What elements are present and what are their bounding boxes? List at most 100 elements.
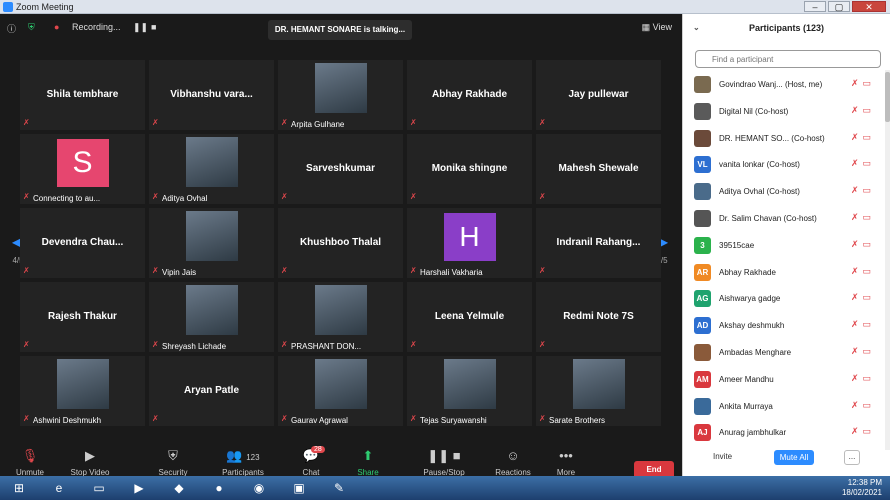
participant-list-item[interactable]: Ambadas Menghare ✗▭ (683, 340, 883, 366)
participant-caption: PRASHANT DON... (291, 342, 362, 351)
stop-video-button[interactable]: ▶ Stop Video (66, 448, 114, 477)
reactions-button[interactable]: ☺ Reactions (494, 448, 532, 477)
windows-taskbar: ⊞ e ▭ ▶ ◆ ● ◉ ▣ ✎ 12:38 PM 18/02/2021 (0, 476, 890, 500)
meeting-area: ⓘ ⛨ ● Recording... ❚❚ ■ DR. HEMANT SONAR… (0, 14, 682, 490)
pause-recording-icon[interactable]: ❚❚ (133, 22, 148, 33)
participant-search-input[interactable] (695, 50, 881, 68)
participants-panel-header: ⌄ Participants (123) (683, 14, 890, 42)
participant-list-item[interactable]: Ankita Murraya ✗▭ (683, 394, 883, 420)
participant-video-tile[interactable]: Devendra Chau... ✗ (20, 208, 145, 278)
participant-video-tile[interactable]: ✗ Gaurav Agrawal (278, 356, 403, 426)
chevron-down-icon[interactable]: ⌄ (693, 14, 700, 42)
mic-muted-icon: ✗ (539, 266, 546, 275)
participant-video-tile[interactable]: Monika shingne ✗ (407, 134, 532, 204)
participant-video-tile[interactable]: ✗ Tejas Suryawanshi (407, 356, 532, 426)
invite-button[interactable]: Invite (713, 452, 732, 461)
mic-muted-icon: ✗ (850, 185, 863, 196)
unmute-button[interactable]: 🎙 Unmute (14, 448, 46, 477)
maximize-button[interactable]: ▢ (828, 1, 850, 12)
video-off-icon: ▭ (862, 319, 875, 330)
participant-list-item[interactable]: AM Ameer Mandhu ✗▭ (683, 367, 883, 393)
participant-video-tile[interactable]: Rajesh Thakur ✗ (20, 282, 145, 352)
info-icon[interactable]: ⓘ (7, 22, 16, 35)
participant-video-feed (56, 359, 109, 409)
mic-muted-icon: ✗ (539, 192, 546, 201)
participant-list-scrollbar[interactable] (885, 70, 890, 450)
active-speaker-banner: DR. HEMANT SONARE is talking... (268, 20, 412, 40)
mic-muted-icon: ✗ (850, 265, 863, 276)
participant-video-tile[interactable]: ✗ Arpita Gulhane (278, 60, 403, 130)
participant-video-tile[interactable]: Shila tembhare ✗ (20, 60, 145, 130)
start-button[interactable]: ⊞ (4, 478, 34, 498)
zoom-taskbar-icon[interactable]: ▣ (284, 478, 314, 498)
mic-muted-icon: ✗ (850, 158, 863, 169)
participant-video-tile[interactable]: S ✗ Connecting to au... (20, 134, 145, 204)
participant-video-feed (185, 137, 238, 187)
participant-list-name: Aditya Ovhal (Co-host) (719, 187, 800, 197)
mute-all-button[interactable]: Mute All (774, 450, 814, 465)
participant-video-tile[interactable]: H ✗ Harshali Vakharia (407, 208, 532, 278)
participant-video-tile[interactable]: ✗ Ashwini Deshmukh (20, 356, 145, 426)
brave-icon[interactable]: ◆ (164, 478, 194, 498)
minimize-button[interactable]: – (804, 1, 826, 12)
participant-video-tile[interactable]: ✗ PRASHANT DON... (278, 282, 403, 352)
mic-muted-icon: ✗ (850, 399, 863, 410)
mic-muted-icon: ✗ (850, 292, 863, 303)
stop-recording-icon[interactable]: ■ (151, 22, 156, 32)
participants-button[interactable]: 👥 123 Participants (218, 448, 268, 477)
participant-video-tile[interactable]: ✗ Aditya Ovhal (149, 134, 274, 204)
security-button[interactable]: ⛨ Security (154, 448, 192, 477)
video-off-icon: ▭ (862, 158, 875, 169)
mic-muted-icon: ✗ (850, 131, 863, 142)
media-icon[interactable]: ▶ (124, 478, 154, 498)
participant-list-item[interactable]: VL vanita lonkar (Co-host) ✗▭ (683, 152, 883, 178)
mic-muted-icon: ✗ (23, 118, 30, 127)
participant-list-name: Ameer Mandhu (719, 374, 774, 384)
participant-video-tile[interactable]: ✗ Shreyash Lichade (149, 282, 274, 352)
participant-video-tile[interactable]: ✗ Vipin Jais (149, 208, 274, 278)
participant-list-item[interactable]: AD Akshay deshmukh ✗▭ (683, 313, 883, 339)
participant-video-tile[interactable]: ✗ Sarate Brothers (536, 356, 661, 426)
view-button[interactable]: ▦ View (642, 22, 672, 33)
chat-button[interactable]: 💬 28 Chat (298, 446, 325, 477)
participant-status-icons: ✗▭ (851, 346, 875, 357)
participant-list-name: Anurag jambhulkar (719, 428, 787, 438)
participant-video-tile[interactable]: Jay pullewar ✗ (536, 60, 661, 130)
participant-list-name: Aishwarya gadge (719, 294, 781, 304)
participant-video-tile[interactable]: Aryan Patle ✗ (149, 356, 274, 426)
security-shield-icon[interactable]: ⛨ (28, 22, 35, 33)
mic-muted-icon: ✗ (281, 266, 288, 275)
participant-list-item[interactable]: 3 39515cae ✗▭ (683, 233, 883, 259)
participant-status-icons: ✗▭ (851, 426, 875, 437)
participant-video-tile[interactable]: Khushboo Thalal ✗ (278, 208, 403, 278)
scrollbar-thumb[interactable] (885, 72, 890, 122)
more-button[interactable]: ••• More (552, 448, 580, 477)
participant-list-item[interactable]: AR Abhay Rakhade ✗▭ (683, 260, 883, 286)
participant-video-tile[interactable]: Leena Yelmule ✗ (407, 282, 532, 352)
panel-more-button[interactable]: ... (844, 450, 860, 465)
participant-list-item[interactable]: AG Aishwarya gadge ✗▭ (683, 286, 883, 312)
participant-video-tile[interactable]: Mahesh Shewale ✗ (536, 134, 661, 204)
participant-list-item[interactable]: Aditya Ovhal (Co-host) ✗▭ (683, 179, 883, 205)
participant-name: Monika shingne (431, 163, 508, 174)
participant-name: Redmi Note 7S (563, 311, 634, 322)
ie-icon[interactable]: e (44, 478, 74, 498)
firefox-icon[interactable]: ● (204, 478, 234, 498)
participant-video-tile[interactable]: Sarveshkumar ✗ (278, 134, 403, 204)
folder-icon[interactable]: ▭ (84, 478, 114, 498)
close-window-button[interactable]: ✕ (852, 1, 886, 12)
participant-list-item[interactable]: Digital Nil (Co-host) ✗▭ (683, 99, 883, 125)
participant-list-item[interactable]: Dr. Salim Chavan (Co-host) ✗▭ (683, 206, 883, 232)
participant-list-item[interactable]: DR. HEMANT SO... (Co-host) ✗▭ (683, 126, 883, 152)
participant-video-tile[interactable]: Vibhanshu vara... ✗ (149, 60, 274, 130)
participant-list-item[interactable]: Govindrao Wanj... (Host, me) ✗▭ (683, 72, 883, 98)
participant-status-icons: ✗▭ (851, 78, 875, 89)
video-off-icon: ▭ (862, 346, 875, 356)
participant-video-tile[interactable]: Redmi Note 7S ✗ (536, 282, 661, 352)
participant-list-avatar: AR (694, 263, 711, 281)
participant-list-item[interactable]: AJ Anurag jambhulkar ✗▭ (683, 420, 883, 446)
chrome-icon[interactable]: ◉ (244, 478, 274, 498)
participant-video-tile[interactable]: Abhay Rakhade ✗ (407, 60, 532, 130)
participant-video-tile[interactable]: Indranil Rahang... ✗ (536, 208, 661, 278)
paint-icon[interactable]: ✎ (324, 478, 354, 498)
